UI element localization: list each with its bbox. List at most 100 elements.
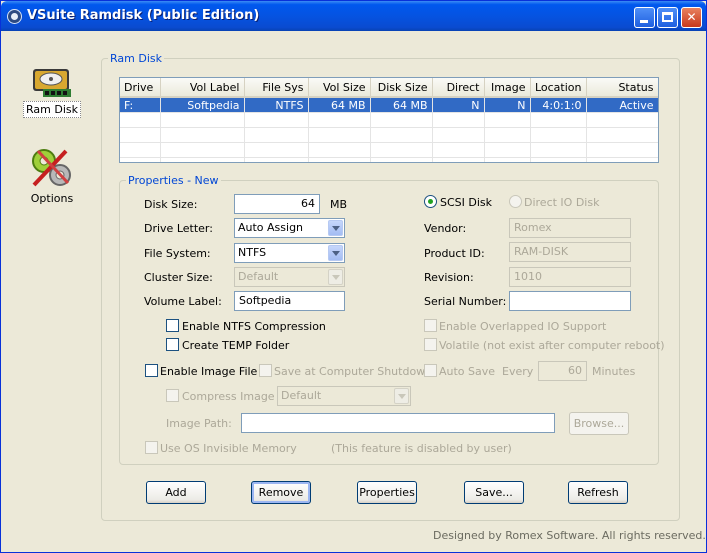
cell-drive: F: (120, 97, 161, 113)
properties-group-title: Properties - New (126, 174, 221, 187)
column-header-status[interactable]: Status (586, 78, 658, 98)
column-header-drive[interactable]: Drive (120, 78, 161, 98)
create-temp-folder-label[interactable]: Create TEMP Folder (182, 339, 289, 352)
nav-label-options: Options (30, 192, 74, 205)
nav-item-ram-disk[interactable]: Ram Disk (23, 59, 81, 118)
nav-label-ram-disk: Ram Disk (23, 101, 81, 118)
cell-vol-label: Softpedia (160, 97, 245, 113)
scsi-disk-label[interactable]: SCSI Disk (440, 196, 492, 209)
chevron-down-icon[interactable] (328, 220, 343, 236)
refresh-button[interactable]: Refresh (568, 481, 628, 504)
cluster-size-select[interactable]: Default (234, 267, 345, 287)
app-icon[interactable] (7, 9, 22, 24)
enable-ntfs-compression-checkbox[interactable] (166, 319, 179, 332)
nav-item-options[interactable]: Options (23, 145, 81, 206)
volume-label-input[interactable]: Softpedia (234, 291, 345, 311)
file-system-value: NTFS (238, 246, 267, 259)
volatile-label[interactable]: Volatile (not exist after computer reboo… (439, 339, 665, 352)
cell-disk-size: 64 MB (370, 97, 433, 113)
title-bar[interactable]: VSuite Ramdisk (Public Edition) ✕ (1, 1, 706, 31)
disk-table: Drive Vol Label File Sys Vol Size Disk S… (120, 78, 658, 162)
cluster-size-value: Default (238, 270, 279, 283)
cell-file-sys: NTFS (244, 97, 309, 113)
enable-image-file-label[interactable]: Enable Image File (160, 365, 257, 378)
cell-image: N (484, 97, 531, 113)
maximize-icon (662, 12, 673, 22)
properties-button[interactable]: Properties (357, 481, 417, 504)
auto-save-label[interactable]: Auto Save (439, 365, 495, 378)
drive-letter-label: Drive Letter: (144, 222, 213, 235)
table-row-empty (120, 142, 658, 158)
save-at-shutdown-label[interactable]: Save at Computer Shutdown (274, 365, 432, 378)
compress-image-checkbox[interactable] (166, 389, 179, 402)
disk-size-label: Disk Size: (144, 198, 198, 211)
feature-disabled-note: (This feature is disabled by user) (331, 442, 512, 455)
save-at-shutdown-checkbox[interactable] (259, 364, 272, 377)
cell-location: 4:0:1:0 (530, 97, 587, 113)
serial-number-input[interactable] (509, 291, 631, 311)
column-header-direct[interactable]: Direct (432, 78, 485, 98)
revision-label: Revision: (424, 271, 474, 284)
table-row-empty (120, 127, 658, 143)
add-button[interactable]: Add (146, 481, 206, 504)
save-button[interactable]: Save... (464, 481, 524, 504)
enable-image-file-checkbox[interactable] (145, 364, 158, 377)
compress-level-select[interactable]: Default (277, 386, 411, 406)
product-id-label: Product ID: (424, 247, 485, 260)
table-row[interactable]: F: Softpedia NTFS 64 MB 64 MB N N 4:0:1:… (120, 97, 658, 113)
disk-list[interactable]: Drive Vol Label File Sys Vol Size Disk S… (119, 77, 659, 163)
close-button[interactable]: ✕ (681, 7, 702, 28)
volatile-checkbox[interactable] (424, 338, 437, 351)
use-os-invisible-memory-label[interactable]: Use OS Invisible Memory (160, 442, 297, 455)
direct-io-disk-radio[interactable] (509, 195, 522, 208)
footer-text: Designed by Romex Software. All rights r… (433, 529, 706, 542)
file-system-label: File System: (144, 247, 211, 260)
column-header-location[interactable]: Location (530, 78, 587, 98)
direct-io-disk-label[interactable]: Direct IO Disk (524, 196, 599, 209)
table-header-row: Drive Vol Label File Sys Vol Size Disk S… (120, 78, 658, 98)
drive-letter-select[interactable]: Auto Assign (234, 218, 345, 238)
options-icon (32, 149, 71, 187)
disk-size-input[interactable]: 64 (234, 194, 320, 214)
use-os-invisible-memory-checkbox[interactable] (145, 441, 158, 454)
enable-ntfs-compression-label[interactable]: Enable NTFS Compression (182, 320, 326, 333)
drive-letter-value: Auto Assign (238, 221, 304, 234)
browse-button[interactable]: Browse... (569, 412, 629, 435)
maximize-button[interactable] (657, 7, 678, 28)
minimize-button[interactable] (634, 7, 655, 28)
compress-image-label[interactable]: Compress Image (182, 390, 275, 403)
close-icon: ✕ (686, 10, 697, 24)
column-header-disk-size[interactable]: Disk Size (370, 78, 433, 98)
minimize-icon (640, 20, 648, 23)
scsi-disk-radio[interactable] (424, 195, 437, 208)
serial-number-label: Serial Number: (424, 295, 507, 308)
chevron-down-icon[interactable] (328, 269, 343, 285)
vendor-input[interactable]: Romex (509, 218, 631, 238)
compress-level-value: Default (281, 389, 322, 402)
vendor-label: Vendor: (424, 222, 467, 235)
enable-overlapped-io-label[interactable]: Enable Overlapped IO Support (439, 320, 606, 333)
every-label: Every (502, 365, 534, 378)
chevron-down-icon[interactable] (394, 388, 409, 404)
remove-button[interactable]: Remove (251, 481, 311, 504)
create-temp-folder-checkbox[interactable] (166, 338, 179, 351)
column-header-file-sys[interactable]: File Sys (244, 78, 309, 98)
auto-save-checkbox[interactable] (424, 364, 437, 377)
enable-overlapped-io-checkbox[interactable] (424, 319, 437, 332)
revision-input[interactable]: 1010 (509, 267, 631, 287)
volume-label-label: Volume Label: (144, 295, 222, 308)
window-title: VSuite Ramdisk (Public Edition) (27, 8, 260, 23)
cluster-size-label: Cluster Size: (144, 271, 213, 284)
chevron-down-icon[interactable] (328, 245, 343, 261)
column-header-image[interactable]: Image (484, 78, 531, 98)
column-header-vol-size[interactable]: Vol Size (308, 78, 371, 98)
image-path-input[interactable] (241, 413, 555, 433)
ramdisk-icon (33, 69, 71, 97)
auto-save-interval-input[interactable]: 60 (538, 361, 587, 381)
product-id-input[interactable]: RAM-DISK (509, 242, 631, 262)
column-header-vol-label[interactable]: Vol Label (160, 78, 245, 98)
ram-disk-group-title: Ram Disk (108, 52, 164, 65)
table-row-empty (120, 112, 658, 128)
file-system-select[interactable]: NTFS (234, 243, 345, 263)
app-window: VSuite Ramdisk (Public Edition) ✕ Ram Di… (0, 0, 707, 553)
